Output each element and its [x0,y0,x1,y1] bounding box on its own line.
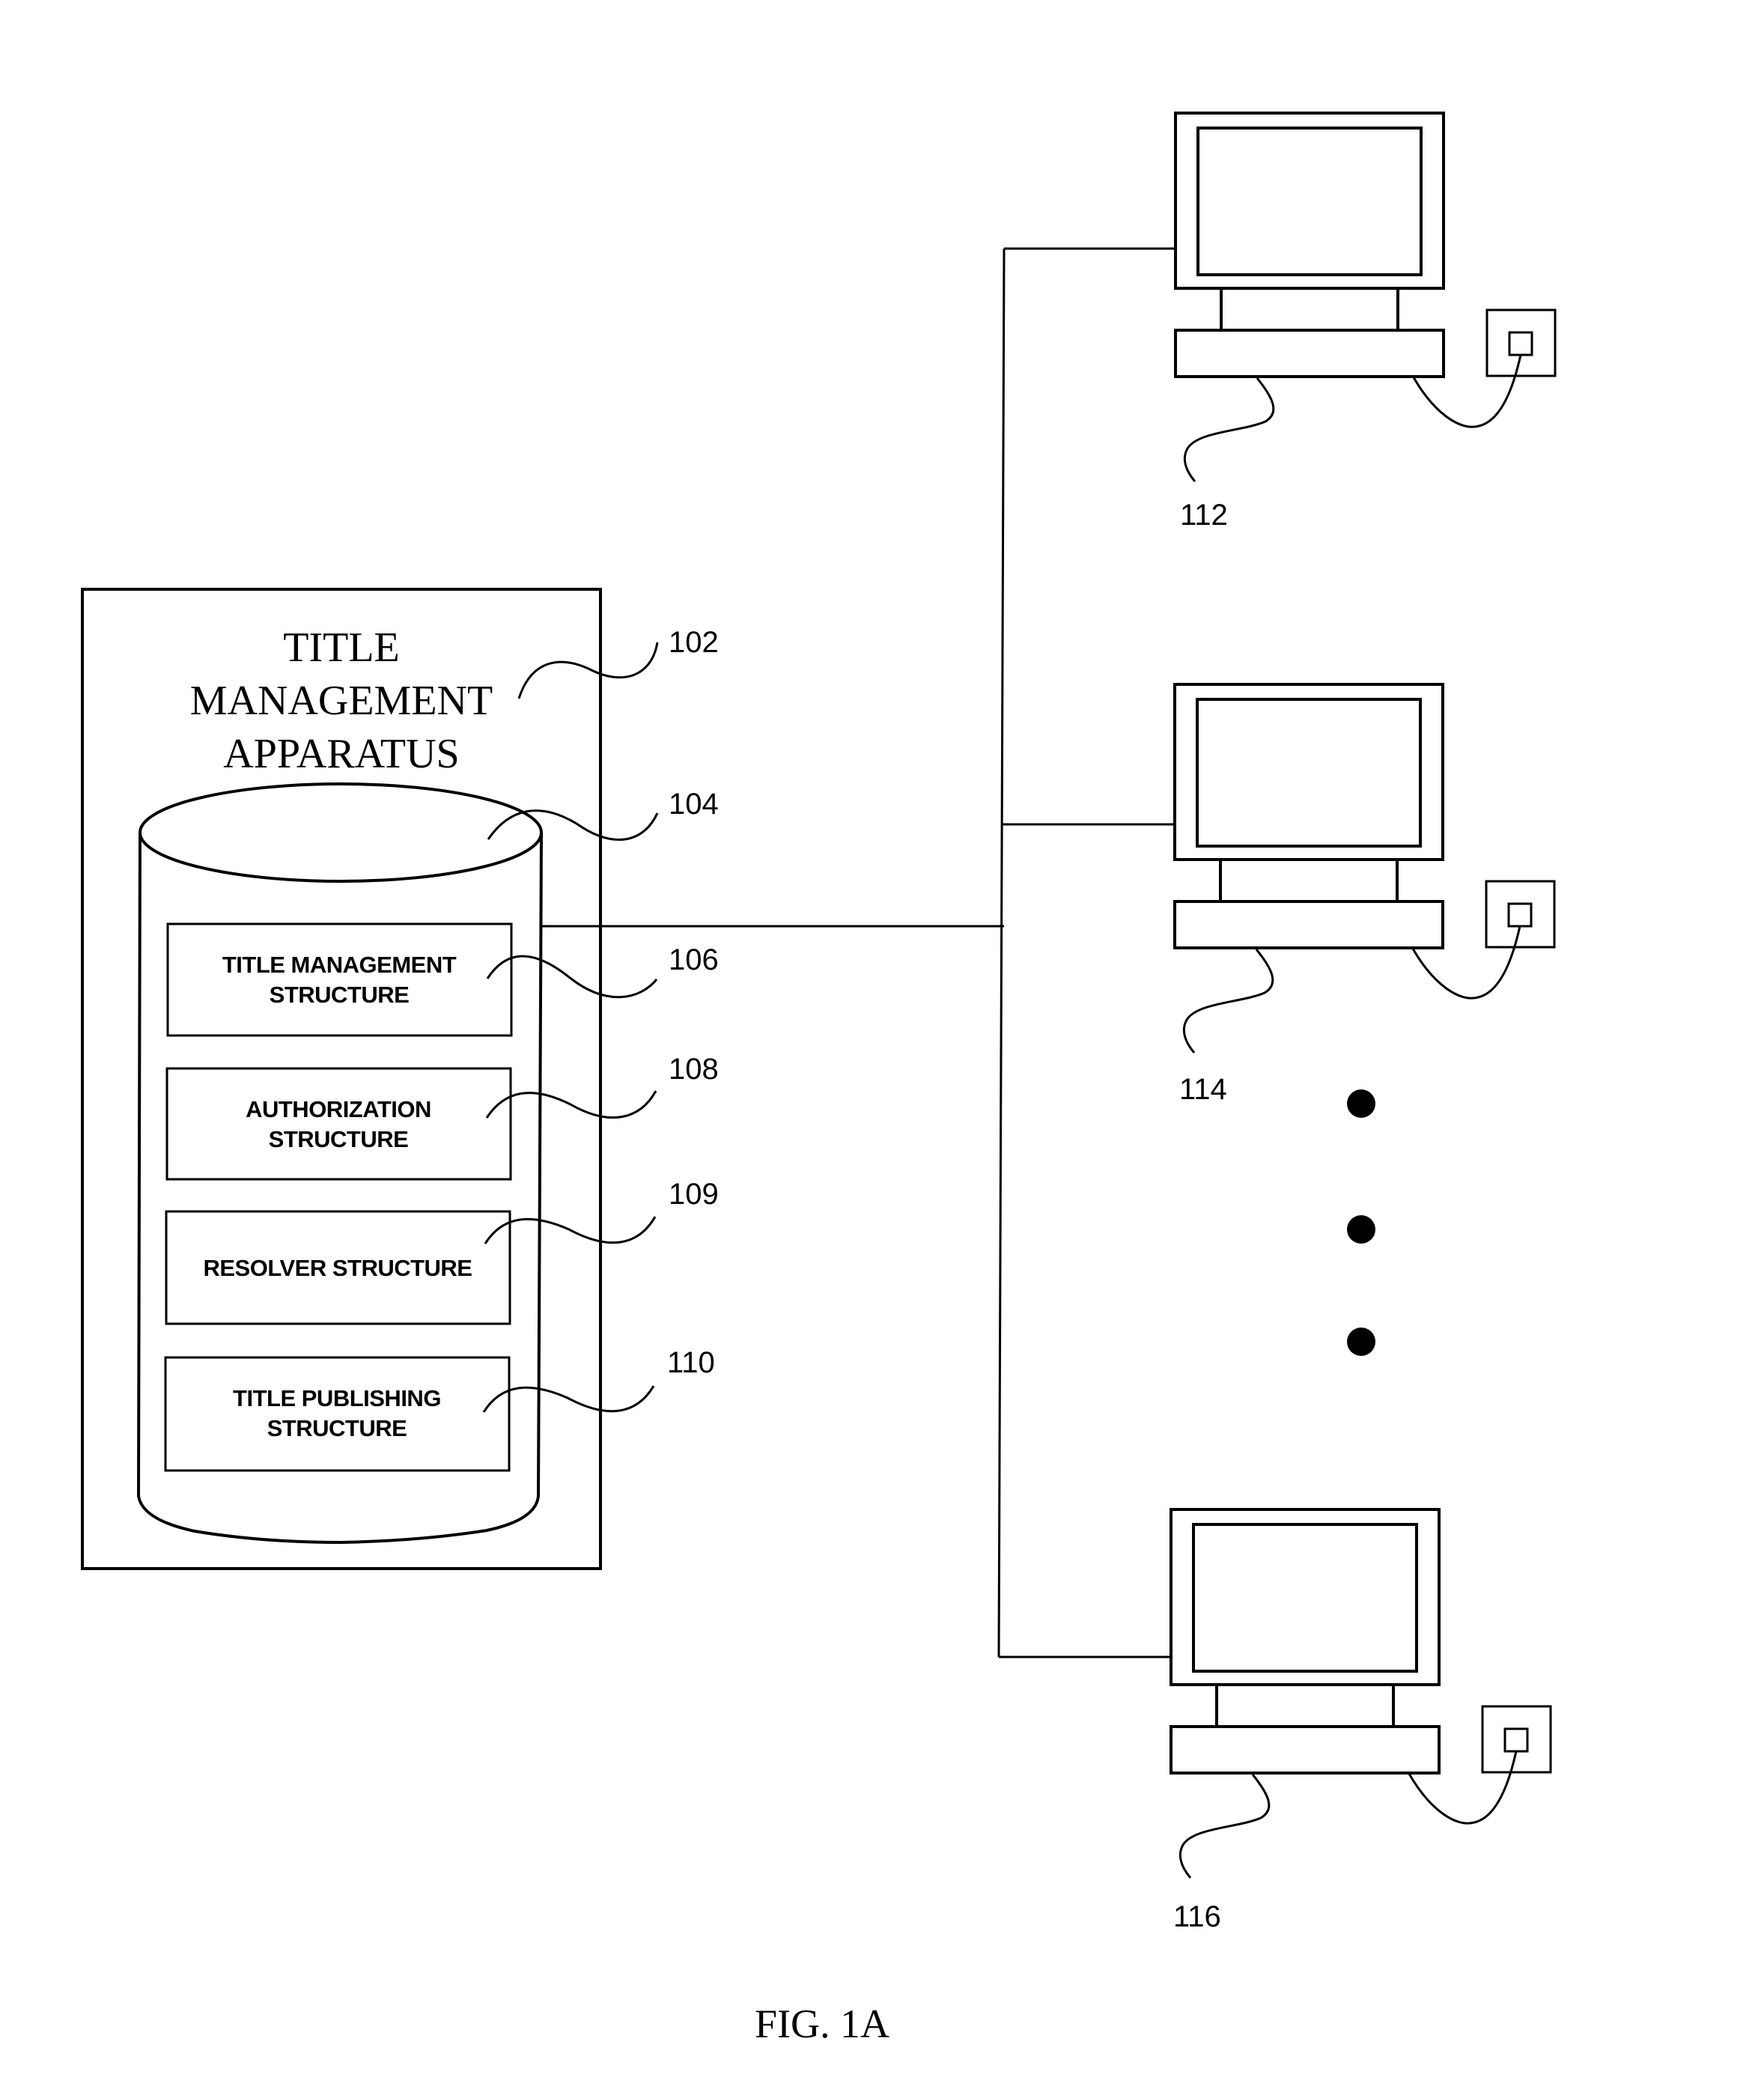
ref-109: 109 [669,1178,719,1211]
vertical-ellipsis-dots [1347,1089,1375,1356]
network-bus-vertical [997,248,1006,1658]
leader-106 [486,955,658,999]
structure-108-line-1: AUTHORIZATION [246,1096,431,1122]
ref-106: 106 [669,943,719,976]
network-lines [541,247,1176,1658]
structure-106-line-2: STRUCTURE [270,982,410,1008]
leader-108 [485,1090,657,1119]
monitor-frame [1174,112,1445,290]
mouse-icon [1508,331,1533,356]
ref-110: 110 [667,1346,715,1379]
leader-104 [487,809,659,841]
mouse-cord [1408,1751,1518,1825]
cylinder-top [139,782,543,883]
reference-numbers-left: 102 104 106 108 109 110 [667,626,719,1379]
structure-109: RESOLVER STRUCTURE [165,1210,511,1325]
mouse-icon [1503,1727,1529,1753]
structure-110-line-1: TITLE PUBLISHING [233,1385,441,1411]
ref-116: 116 [1173,1900,1221,1933]
monitor-frame [1173,683,1444,861]
monitor-screen [1196,127,1423,276]
mouse-pad [1481,1705,1552,1774]
structure-110: TITLE PUBLISHING STRUCTURE [164,1356,511,1472]
computer-icon [1173,683,1556,1000]
structure-106: TITLE MANAGEMENT STRUCTURE [166,922,513,1037]
ellipsis-dot [1347,1089,1375,1118]
structure-108-line-2: STRUCTURE [269,1126,409,1152]
computer-icon [1170,1508,1552,1825]
apparatus-title-line-2: MANAGEMENT [190,678,493,724]
computer-icon [1174,112,1557,428]
computer-112: 112 [1174,112,1557,532]
mouse-icon [1507,902,1533,928]
keyboard-base [1173,900,1444,949]
monitor-screen [1196,698,1422,848]
structure-106-line-1: TITLE MANAGEMENT [222,952,457,978]
leader-102 [517,642,659,699]
ref-112: 112 [1180,499,1228,532]
ref-102: 102 [669,626,719,659]
ref-104: 104 [669,788,719,821]
client-computers: 112 114 116 [1170,112,1557,1933]
diagram-canvas: TITLE MANAGEMENT APPARATUS TITLE MANAGEM… [81,112,1557,2046]
mouse-pad [1485,880,1556,949]
structure-108: AUTHORIZATION STRUCTURE [165,1067,512,1181]
ellipsis-dot [1347,1328,1375,1356]
monitor-screen [1192,1523,1418,1673]
monitor-frame [1170,1508,1441,1686]
title-management-structure-box [166,922,513,1037]
title-publishing-structure-box [164,1356,511,1472]
structure-110-line-2: STRUCTURE [267,1415,407,1441]
computer-116: 116 [1170,1508,1552,1933]
apparatus-title-line-1: TITLE [283,624,399,671]
leader-116 [1178,1774,1271,1879]
ref-108: 108 [669,1053,719,1086]
figure-label: FIG. 1A [755,2001,889,2046]
authorization-structure-box [165,1067,512,1181]
mouse-pad [1485,308,1557,377]
ref-114: 114 [1179,1073,1227,1106]
keyboard-base [1174,329,1445,378]
leader-114 [1182,949,1274,1053]
apparatus-title-line-3: APPARATUS [223,731,459,777]
computer-114: 114 [1173,683,1556,1106]
leader-112 [1183,377,1275,482]
mouse-cord [1411,925,1521,1000]
structure-109-line-1: RESOLVER STRUCTURE [203,1255,472,1281]
ellipsis-dot [1347,1215,1375,1244]
mouse-cord [1412,354,1522,428]
keyboard-base [1170,1725,1441,1775]
